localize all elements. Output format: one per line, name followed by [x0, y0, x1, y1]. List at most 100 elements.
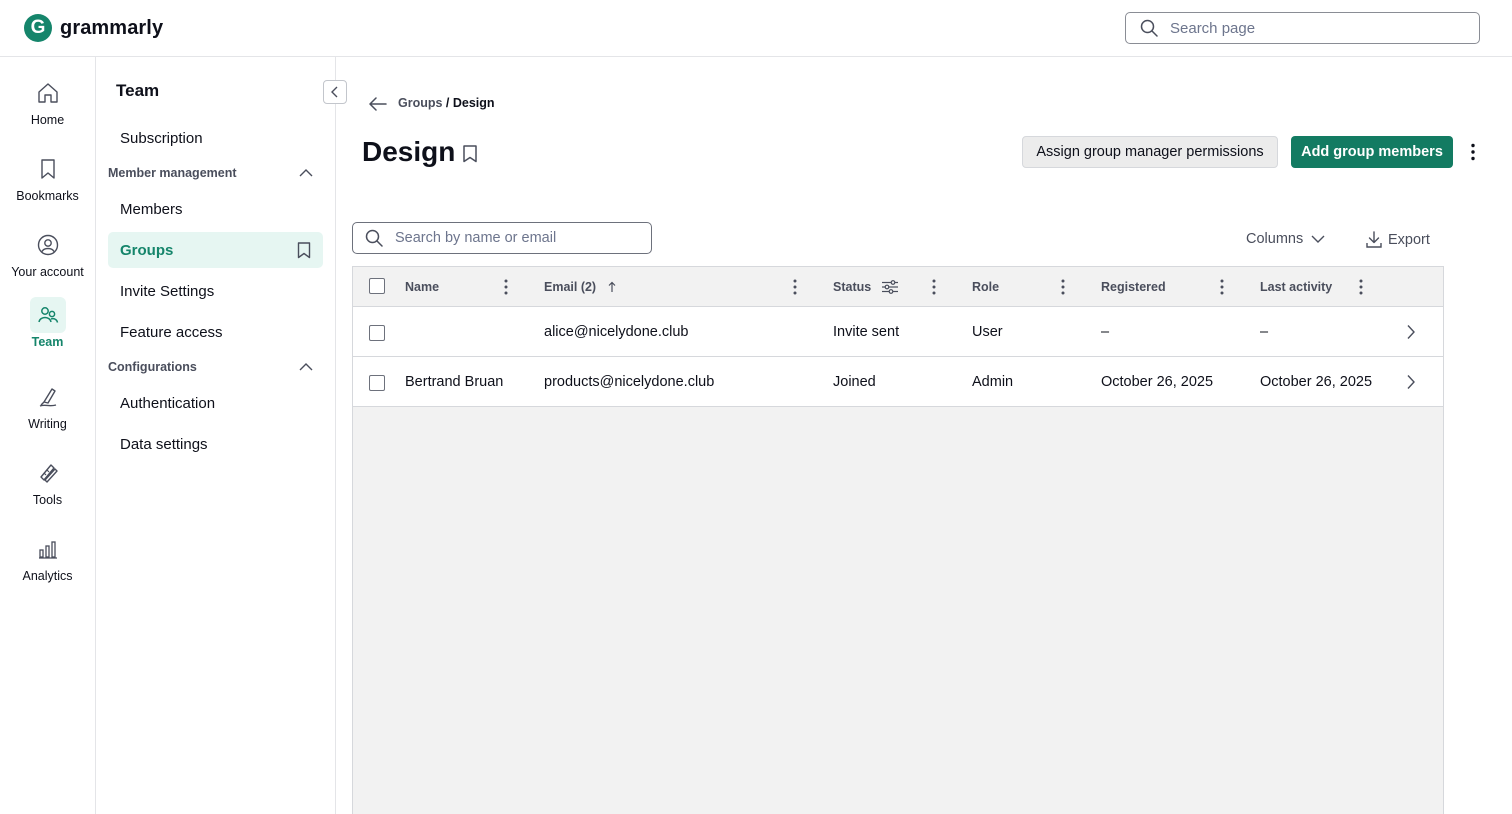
sidebar-item-feature-access[interactable]: Feature access	[108, 314, 323, 350]
sidebar-item-label: Feature access	[120, 323, 223, 341]
header-name-label: Name	[405, 280, 440, 294]
grammarly-logo-mark: G	[24, 14, 52, 42]
row-checkbox[interactable]	[369, 325, 385, 341]
table-header: Name Email (2) Status Role Registered La…	[353, 267, 1443, 307]
sidebar-item-authentication[interactable]: Authentication	[108, 385, 323, 421]
page-search[interactable]	[1125, 12, 1480, 44]
more-options-icon[interactable]	[1464, 141, 1482, 163]
header-last-activity-label: Last activity	[1260, 280, 1333, 294]
cell-email: alice@nicelydone.club	[544, 324, 689, 340]
top-bar: G grammarly	[0, 0, 1512, 57]
column-menu-icon[interactable]	[1357, 278, 1365, 296]
export-button[interactable]: Export	[1366, 231, 1430, 248]
sidebar-item-label: Authentication	[120, 394, 216, 412]
nav-home[interactable]: Home	[0, 75, 95, 135]
table-row[interactable]: alice@nicelydone.club Invite sent User –…	[353, 307, 1443, 357]
bookmark-icon[interactable]	[462, 145, 478, 163]
page-search-input[interactable]	[1170, 19, 1460, 37]
nav-tools[interactable]: Tools	[0, 455, 95, 515]
nav-analytics-label: Analytics	[22, 569, 73, 583]
download-icon	[1366, 231, 1382, 248]
back-arrow-icon[interactable]	[368, 95, 388, 113]
search-icon	[1140, 19, 1158, 37]
column-menu-icon[interactable]	[930, 278, 938, 296]
header-name[interactable]: Name	[405, 267, 439, 307]
team-icon	[29, 297, 66, 333]
filter-sliders-icon[interactable]	[881, 280, 899, 294]
sidebar-item-data-settings[interactable]: Data settings	[108, 426, 323, 462]
breadcrumb-groups-link[interactable]: Groups	[398, 96, 442, 110]
header-role-label: Role	[972, 280, 1000, 294]
primary-nav: Home Bookmarks Your account Team Writing…	[0, 57, 96, 814]
assign-group-manager-button[interactable]: Assign group manager permissions	[1022, 136, 1278, 168]
chevron-right-icon[interactable]	[1406, 324, 1416, 340]
nav-writing[interactable]: Writing	[0, 379, 95, 439]
nav-team[interactable]: Team	[0, 297, 95, 357]
sidebar-item-invite-settings[interactable]: Invite Settings	[108, 273, 323, 309]
row-checkbox[interactable]	[369, 375, 385, 391]
column-menu-icon[interactable]	[1218, 278, 1226, 296]
columns-dropdown[interactable]: Columns	[1246, 231, 1325, 247]
chevron-up-icon	[299, 363, 313, 371]
nav-your-account-label: Your account	[11, 265, 84, 279]
grammarly-wordmark: grammarly	[60, 16, 164, 39]
header-last-activity[interactable]: Last activity	[1260, 267, 1332, 307]
nav-bookmarks[interactable]: Bookmarks	[0, 151, 95, 211]
header-email[interactable]: Email (2)	[544, 267, 616, 307]
team-sidebar: Team Subscription Member management Memb…	[96, 57, 347, 814]
section-configurations[interactable]: Configurations	[108, 357, 313, 377]
sidebar-item-label: Data settings	[120, 435, 208, 453]
breadcrumb-separator: /	[442, 96, 453, 110]
nav-your-account[interactable]: Your account	[0, 227, 95, 287]
breadcrumb: Groups / Design	[398, 96, 495, 110]
header-registered[interactable]: Registered	[1101, 267, 1166, 307]
header-email-label: Email (2)	[544, 280, 597, 294]
nav-writing-label: Writing	[28, 417, 67, 431]
sidebar-item-label: Invite Settings	[120, 282, 215, 300]
nav-tools-label: Tools	[32, 493, 63, 507]
header-status[interactable]: Status	[833, 267, 899, 307]
sidebar-item-label: Members	[120, 200, 183, 218]
header-role[interactable]: Role	[972, 267, 999, 307]
account-icon	[30, 227, 66, 263]
sidebar-item-groups[interactable]: Groups	[108, 232, 323, 268]
bookmark-icon	[30, 151, 66, 187]
tools-icon	[30, 455, 66, 491]
cell-last-activity: –	[1260, 324, 1269, 340]
table-row[interactable]: Bertrand Bruan products@nicelydone.club …	[353, 357, 1443, 407]
search-icon	[365, 229, 383, 247]
columns-label: Columns	[1246, 231, 1304, 247]
section-label: Member management	[108, 166, 237, 180]
column-menu-icon[interactable]	[791, 278, 799, 296]
nav-home-label: Home	[30, 113, 65, 127]
cell-registered: October 26, 2025	[1101, 374, 1214, 390]
section-label: Configurations	[108, 360, 197, 374]
column-menu-icon[interactable]	[502, 278, 510, 296]
nav-analytics[interactable]: Analytics	[0, 531, 95, 591]
pen-icon	[30, 379, 66, 415]
sidebar-item-subscription[interactable]: Subscription	[108, 120, 323, 156]
cell-status: Joined	[833, 374, 876, 390]
section-member-management[interactable]: Member management	[108, 163, 313, 183]
sidebar-title: Team	[116, 81, 160, 100]
cell-last-activity: October 26, 2025	[1260, 374, 1373, 390]
grammarly-logo[interactable]: G grammarly	[24, 14, 163, 42]
sidebar-item-members[interactable]: Members	[108, 191, 323, 227]
chevron-up-icon	[299, 169, 313, 177]
cell-email: products@nicelydone.club	[544, 374, 715, 390]
cell-status: Invite sent	[833, 324, 900, 340]
column-menu-icon[interactable]	[1059, 278, 1067, 296]
export-label: Export	[1388, 231, 1430, 248]
chevron-left-icon	[331, 86, 338, 98]
select-all-checkbox[interactable]	[369, 278, 385, 294]
bookmark-icon[interactable]	[297, 242, 311, 259]
member-search[interactable]	[352, 222, 652, 254]
sort-ascending-icon	[608, 281, 616, 292]
sidebar-item-label: Groups	[120, 241, 174, 259]
collapse-sidebar-button[interactable]	[323, 80, 347, 104]
nav-team-label: Team	[31, 335, 64, 349]
members-table: Name Email (2) Status Role Registered La…	[352, 266, 1444, 814]
add-group-members-button[interactable]: Add group members	[1291, 136, 1453, 168]
member-search-input[interactable]	[395, 230, 635, 246]
chevron-right-icon[interactable]	[1406, 374, 1416, 390]
